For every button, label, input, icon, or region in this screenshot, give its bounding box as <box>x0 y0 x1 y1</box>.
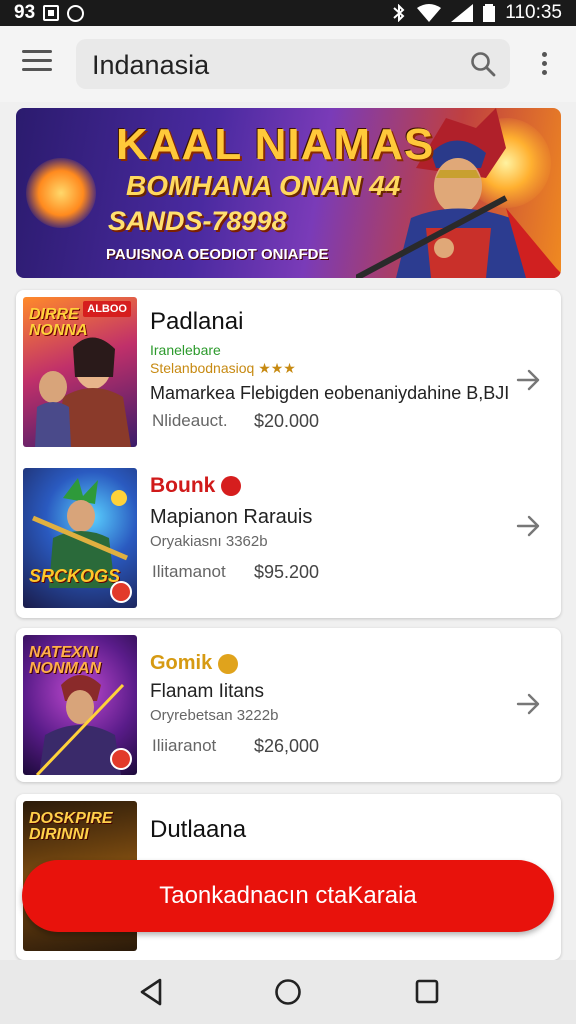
arrow-right-icon[interactable] <box>516 514 542 538</box>
game-thumbnail: DIRRE NONNA ALBOO <box>23 297 137 447</box>
banner-tagline: PAUISNOA OEODIOT ONIAFDE <box>106 246 329 263</box>
listing-info: Gomik Flanam Iitans Oryrebetsan 3222b <box>150 652 510 724</box>
price-value: $95.200 <box>254 562 320 582</box>
status-bar: 93 110:35 <box>0 0 576 26</box>
listing-title-text: Bounk <box>150 474 216 497</box>
listing-rating: Stelanbodnasioq ★★★ <box>150 360 296 376</box>
cta-button[interactable]: Taonkadnacın ctaKaraia <box>22 860 554 932</box>
sync-icon <box>67 4 85 22</box>
app-bar: Indanasia <box>0 26 576 102</box>
price-label: Iliiaranot <box>152 736 217 755</box>
banner-glow-decoration <box>26 158 96 228</box>
search-query: Indanasia <box>92 50 210 80</box>
listing-meta: Oryrebetsan 3222b <box>150 707 279 724</box>
listing-meta: Oryakiasnı 3362b <box>150 533 268 550</box>
arrow-right-icon[interactable] <box>516 368 542 392</box>
thumbnail-title: DOSKPIRE DIRINNI <box>29 810 113 843</box>
listing-description: Mamarkea Flebigden eobenaniydahine B,BJI <box>150 383 510 403</box>
battery-icon <box>483 4 496 22</box>
thumbnail-title: NATEXNI NONMAN <box>29 644 101 677</box>
back-icon[interactable] <box>138 978 164 1006</box>
banner-code: SANDS-78998 <box>108 206 287 236</box>
listing-description: Flanam Iitans <box>150 681 265 702</box>
listing-card: DIRRE NONNA ALBOO Padlanai Iranelebare S… <box>16 290 561 618</box>
menu-icon[interactable] <box>22 50 52 78</box>
thumbnail-badge: ALBOO <box>83 301 131 317</box>
more-options-icon[interactable] <box>534 52 554 78</box>
listing-title: Dutlaana <box>150 816 247 843</box>
status-left-text: 93 <box>14 2 36 23</box>
listing-title: Bounk <box>150 474 510 498</box>
heart-icon <box>221 476 242 497</box>
search-icon[interactable] <box>470 51 496 77</box>
thumbnail-title: SRCKOGS <box>29 566 121 586</box>
recents-icon[interactable] <box>414 978 440 1006</box>
listing-info: Padlanai Iranelebare Stelanbodnasioq ★★★… <box>150 308 510 404</box>
game-thumbnail: SRCKOGS <box>23 468 137 608</box>
price-label: Nlideauct. <box>152 411 228 430</box>
thumbnail-corner-icon <box>110 748 132 770</box>
listing-info: Dutlaana <box>150 816 510 844</box>
bluetooth-icon <box>393 4 405 22</box>
listing-info: Bounk Mapianon Rarauis Oryakiasnı 3362b <box>150 474 510 550</box>
list-item[interactable]: SRCKOGS Bounk Mapianon Rarauis Oryakiasn… <box>16 456 561 618</box>
listing-title-text: Gomik <box>150 652 213 674</box>
thumbnail-corner-icon <box>110 581 132 603</box>
price-value: $20.000 <box>254 411 320 431</box>
price-row: Nlideauct. $20.000 <box>152 411 319 431</box>
listing-tag: Iranelebare <box>150 342 221 358</box>
banner-subtitle: BOMHANA ONAN 44 <box>126 170 401 201</box>
system-nav-bar <box>0 960 576 1024</box>
listing-card: NATEXNI NONMAN Gomik Flanam Iitans Oryre… <box>16 628 561 782</box>
home-icon[interactable] <box>274 978 302 1006</box>
list-item[interactable]: NATEXNI NONMAN Gomik Flanam Iitans Oryre… <box>16 628 561 782</box>
price-row: Ilitamanot $95.200 <box>152 562 319 582</box>
signal-icon <box>451 4 474 22</box>
price-label: Ilitamanot <box>152 562 226 581</box>
listing-title: Padlanai <box>150 308 244 335</box>
coin-icon <box>218 653 239 674</box>
listing-title: Gomik <box>150 652 510 675</box>
status-time: 110:35 <box>505 2 562 23</box>
promo-banner[interactable]: KAAL NIAMAS BOMHANA ONAN 44 SANDS-78998 … <box>16 108 561 278</box>
notification-icon <box>43 5 60 21</box>
list-item[interactable]: DIRRE NONNA ALBOO Padlanai Iranelebare S… <box>16 290 561 456</box>
game-thumbnail: NATEXNI NONMAN <box>23 635 137 775</box>
price-value: $26,000 <box>254 736 320 756</box>
banner-title: KAAL NIAMAS <box>116 120 435 169</box>
wifi-icon <box>417 4 442 22</box>
search-input[interactable]: Indanasia <box>76 39 510 89</box>
price-row: Iliiaranot $26,000 <box>152 736 319 756</box>
listing-description: Mapianon Rarauis <box>150 506 313 528</box>
arrow-right-icon[interactable] <box>516 692 542 716</box>
